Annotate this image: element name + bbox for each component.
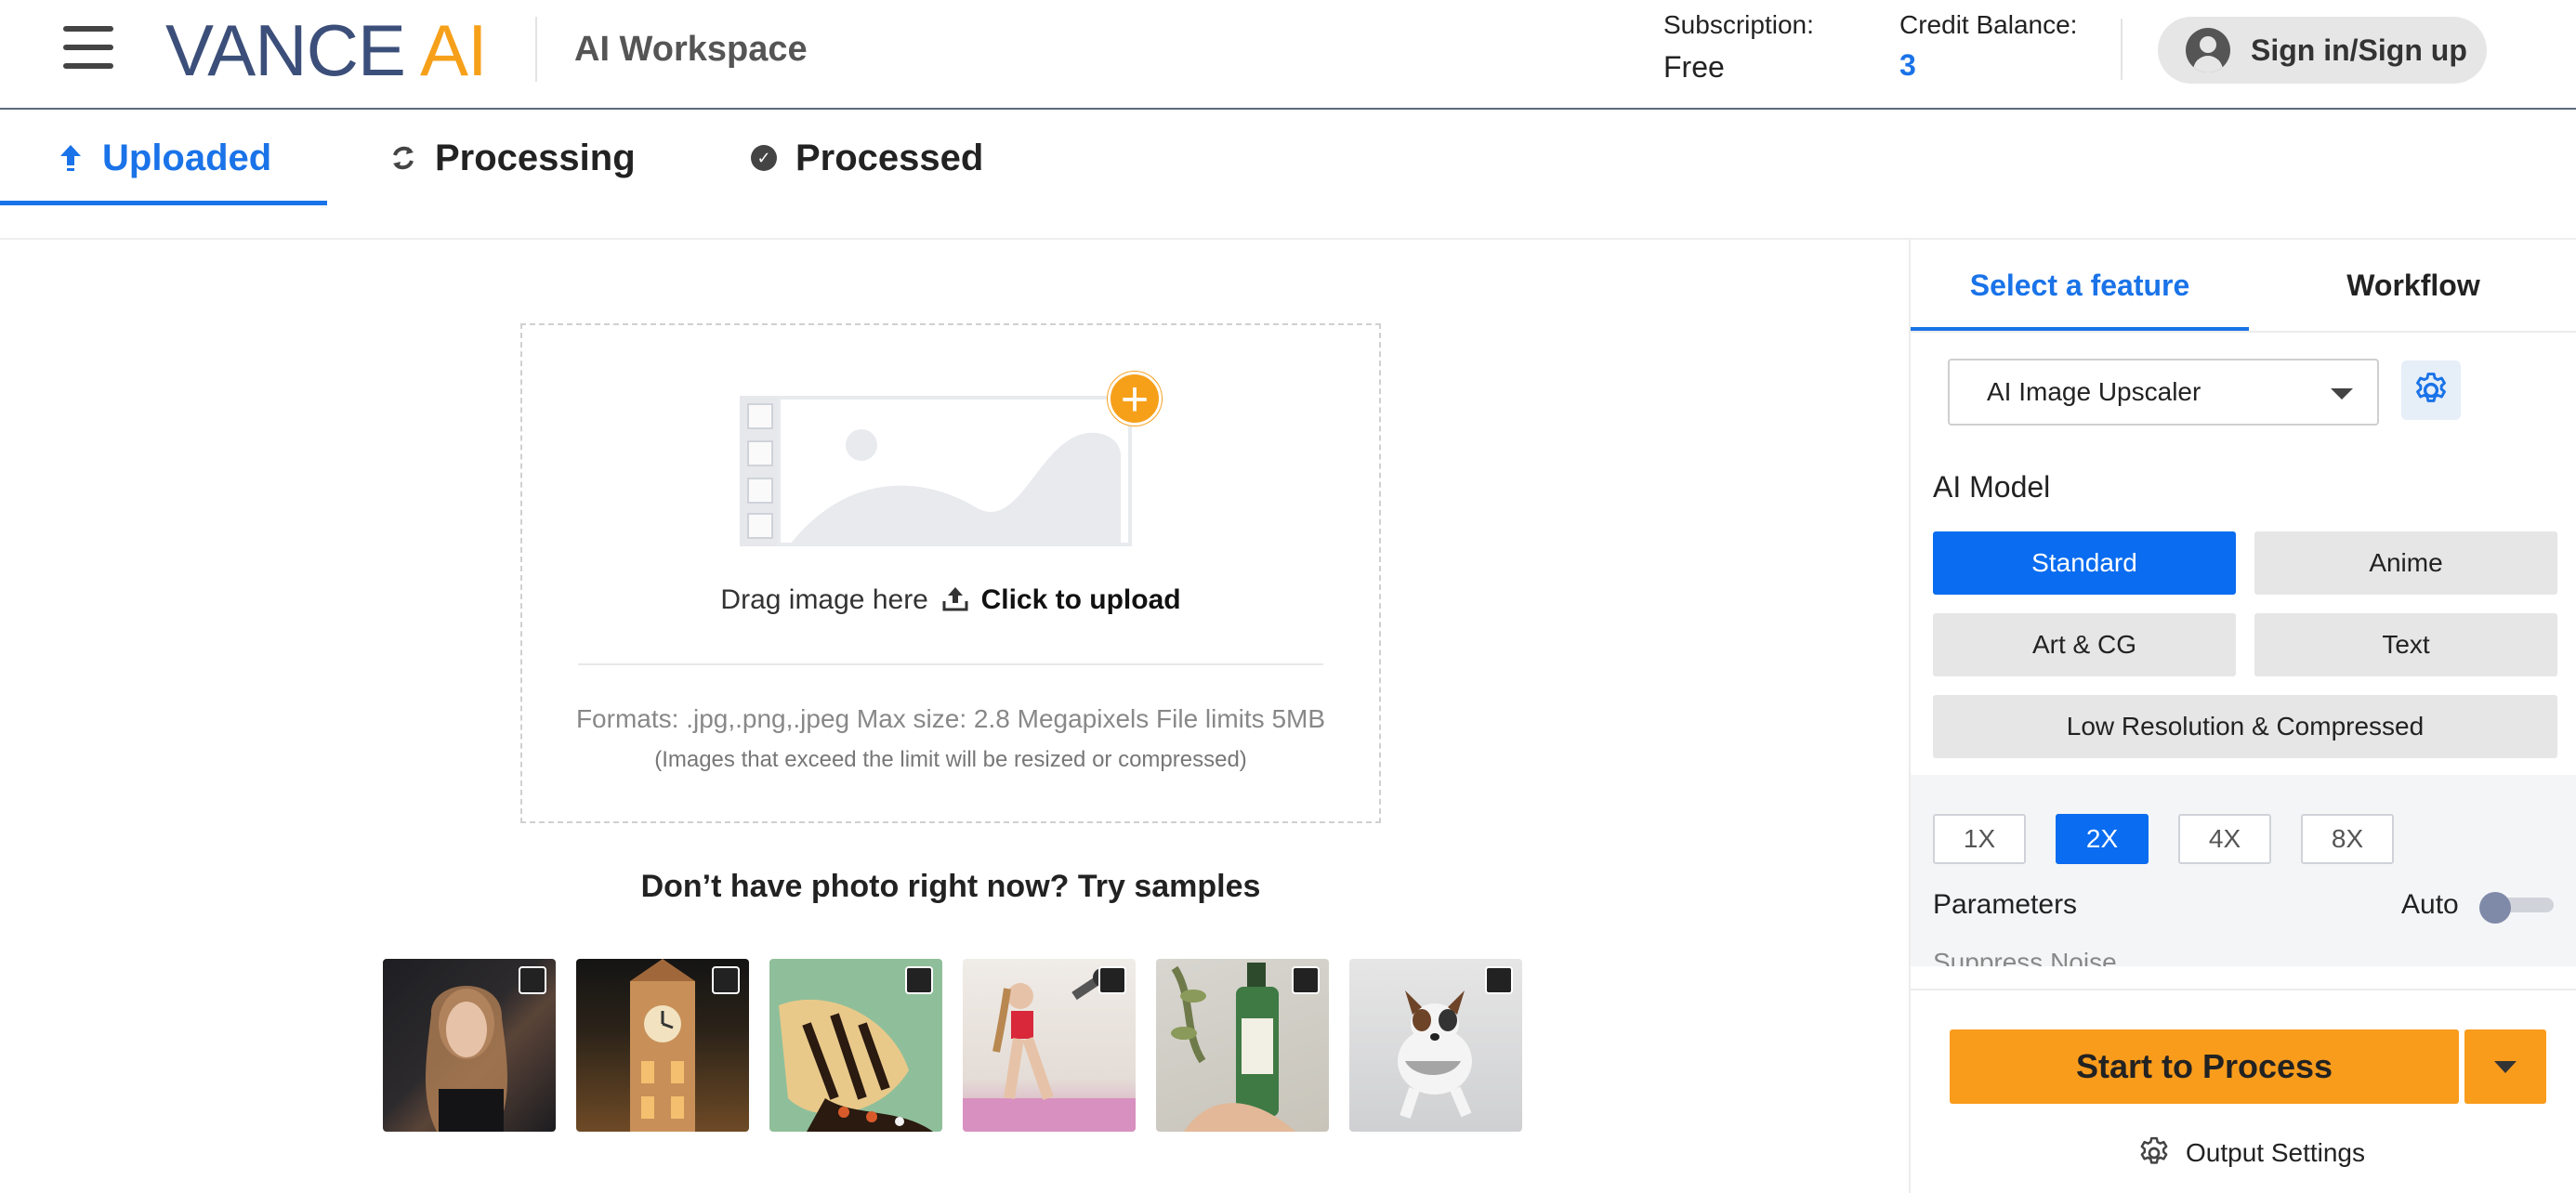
feature-dropdown[interactable]: AI Image Upscaler <box>1948 359 2379 426</box>
tab-processed-label: Processed <box>795 137 984 178</box>
add-image-plus-icon[interactable]: + <box>1108 372 1162 426</box>
tab-workflow[interactable]: Workflow <box>2249 240 2576 331</box>
upload-tray-icon <box>941 584 969 612</box>
auto-label: Auto <box>2401 889 2459 920</box>
feature-dropdown-value: AI Image Upscaler <box>1987 377 2201 406</box>
parameters-label: Parameters <box>1933 889 2078 920</box>
sample-running-dog[interactable] <box>1349 959 1522 1132</box>
refresh-icon <box>387 141 420 175</box>
upload-arrow-icon <box>54 141 87 175</box>
feature-settings-button[interactable] <box>2401 361 2461 420</box>
header-divider <box>535 17 537 82</box>
auto-toggle-knob <box>2479 892 2511 924</box>
model-low-res-button[interactable]: Low Resolution & Compressed <box>1933 695 2557 758</box>
status-tabs: Uploaded Processing ✓ Processed <box>0 111 2576 240</box>
user-avatar-icon <box>2186 28 2230 72</box>
feature-panel: Select a feature Workflow AI Image Upsca… <box>1909 240 2576 1193</box>
subscription-value: Free <box>1663 50 1725 84</box>
sample-portrait-woman[interactable] <box>383 959 556 1132</box>
sample-checkbox[interactable] <box>519 966 546 994</box>
credit-balance-label: Credit Balance: <box>1899 10 2078 39</box>
tab-processed[interactable]: ✓ Processed <box>747 111 983 204</box>
active-tab-underline <box>0 201 327 205</box>
sample-checkbox[interactable] <box>1485 966 1513 994</box>
gear-icon <box>2416 373 2446 402</box>
output-settings-button[interactable]: Output Settings <box>2136 1132 2365 1174</box>
chevron-down-icon <box>2331 388 2353 400</box>
logo-text-ai: AI <box>419 9 488 91</box>
panel-separator <box>1911 989 2576 990</box>
sign-in-button[interactable]: Sign in/Sign up <box>2158 17 2487 84</box>
tab-select-feature[interactable]: Select a feature <box>1911 240 2249 331</box>
top-header: VANCE AI AI Workspace Subscription: Free … <box>0 0 2576 110</box>
hamburger-menu-icon[interactable] <box>63 26 113 71</box>
sign-in-label: Sign in/Sign up <box>2251 33 2467 67</box>
scale-4x-button[interactable]: 4X <box>2178 814 2271 864</box>
model-standard-button[interactable]: Standard <box>1933 531 2236 595</box>
scale-2x-button[interactable]: 2X <box>2056 814 2149 864</box>
upload-dropzone[interactable]: + Drag image here Click to upload Format… <box>520 323 1381 823</box>
image-placeholder-icon <box>740 396 1136 556</box>
auto-toggle[interactable] <box>2479 892 2556 924</box>
header-divider-right <box>2121 19 2123 80</box>
start-options-dropdown-button[interactable] <box>2464 1029 2546 1104</box>
subscription-label: Subscription: <box>1663 10 1814 39</box>
panel-tab-border <box>1911 331 2576 333</box>
formats-note: (Images that exceed the limit will be re… <box>654 747 1247 772</box>
samples-title: Don’t have photo right now? Try samples <box>640 869 1261 904</box>
sample-checkbox[interactable] <box>905 966 933 994</box>
formats-info: Formats: .jpg,.png,.jpeg Max size: 2.8 M… <box>575 704 1326 733</box>
filmstrip-icon <box>740 396 781 546</box>
ai-model-label: AI Model <box>1933 470 2051 504</box>
model-anime-button[interactable]: Anime <box>2254 531 2557 595</box>
sample-butterfly[interactable] <box>769 959 942 1132</box>
placeholder-photo-icon <box>777 396 1132 546</box>
click-to-upload-link[interactable]: Click to upload <box>981 584 1181 615</box>
model-art-cg-button[interactable]: Art & CG <box>1933 613 2236 676</box>
workspace-title: AI Workspace <box>574 30 808 69</box>
tab-processing[interactable]: Processing <box>387 111 636 204</box>
credit-balance-value[interactable]: 3 <box>1899 46 1916 84</box>
drag-upload-line[interactable]: Drag image here Click to upload <box>522 582 1379 619</box>
logo-text-vance: VANCE <box>165 9 406 91</box>
sample-checkbox[interactable] <box>1292 966 1320 994</box>
gear-icon <box>2140 1136 2168 1164</box>
tab-uploaded[interactable]: Uploaded <box>54 111 271 204</box>
drag-image-text: Drag image here <box>720 584 928 615</box>
sample-bottle-product[interactable] <box>1156 959 1329 1132</box>
sample-checkbox[interactable] <box>712 966 740 994</box>
tab-uploaded-label: Uploaded <box>102 137 272 178</box>
model-text-button[interactable]: Text <box>2254 613 2557 676</box>
scale-parameters-area <box>1911 775 2576 966</box>
start-to-process-button[interactable]: Start to Process <box>1950 1029 2459 1104</box>
suppress-noise-label: Suppress Noise <box>1933 948 2117 966</box>
check-circle-icon: ✓ <box>747 141 781 175</box>
scale-8x-button[interactable]: 8X <box>2301 814 2394 864</box>
sample-checkbox[interactable] <box>1098 966 1126 994</box>
dropzone-divider <box>578 663 1323 665</box>
tab-processing-label: Processing <box>435 137 636 178</box>
sample-fitness-woman[interactable] <box>963 959 1136 1132</box>
vanceai-logo[interactable]: VANCE AI <box>165 13 488 87</box>
scale-1x-button[interactable]: 1X <box>1933 814 2026 864</box>
sample-clock-tower[interactable] <box>576 959 749 1132</box>
output-settings-label: Output Settings <box>2186 1138 2366 1167</box>
